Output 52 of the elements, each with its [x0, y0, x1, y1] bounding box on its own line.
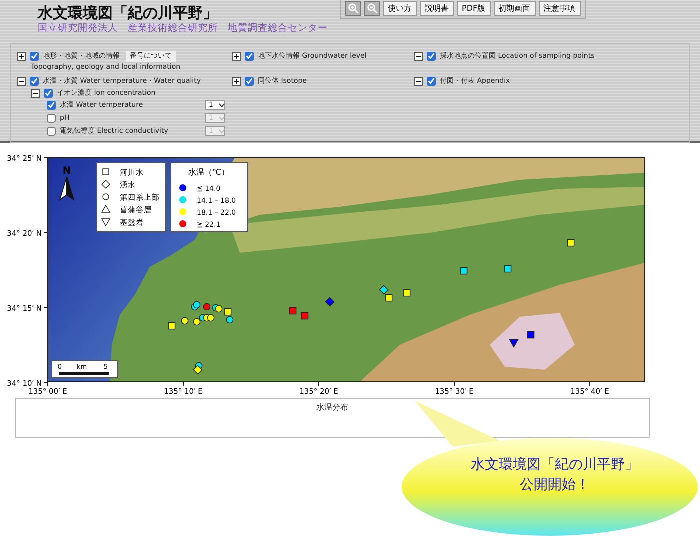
map-marker [168, 322, 176, 330]
layer-checkbox[interactable] [427, 52, 436, 61]
expand-icon[interactable] [232, 52, 241, 61]
layer-checkbox[interactable] [245, 52, 254, 61]
map-marker [567, 239, 575, 247]
layer-checkbox[interactable] [47, 114, 56, 122]
caret-icon [219, 128, 225, 134]
map-marker [460, 267, 468, 275]
page-title: 水文環境図「紀の川平野」 [38, 4, 219, 22]
layer-checkbox[interactable] [47, 126, 56, 136]
legend-title: 水温（℃） [188, 168, 230, 177]
zoom-out-button[interactable] [364, 1, 380, 16]
map-marker [193, 365, 203, 375]
bubble-text: 公開開始！ [519, 476, 591, 495]
collapse-icon[interactable] [17, 76, 26, 86]
layer-checkbox[interactable] [30, 76, 39, 86]
layer-checkbox[interactable] [47, 100, 56, 110]
map-marker [527, 331, 535, 339]
collapse-icon[interactable] [414, 52, 423, 61]
layer-checkbox[interactable] [30, 52, 39, 61]
organization-name: 国立研究開発法人 産業技術総合研究所 地質調査総合センター [38, 22, 328, 36]
north-label: N [62, 166, 72, 177]
caret-icon [219, 102, 225, 108]
toolbar-button[interactable]: 注意事項 [538, 1, 581, 16]
layer-checkbox[interactable] [245, 76, 254, 86]
north-arrow-icon [59, 176, 75, 201]
layer-checkbox[interactable] [427, 76, 436, 86]
legend-panel [96, 162, 166, 232]
zoom-out-icon [367, 4, 378, 14]
collapse-icon[interactable] [31, 88, 40, 98]
map-marker [504, 265, 512, 273]
zoom-in-icon [348, 4, 358, 14]
toolbar-button[interactable]: 説明書 [420, 1, 454, 16]
map-marker [325, 297, 335, 307]
map-marker [509, 339, 519, 348]
caret-icon [219, 116, 225, 120]
zoom-in-button[interactable] [345, 1, 361, 16]
expand-icon[interactable] [17, 52, 26, 61]
bubble-text: 水文環境図「紀の川平野」 [470, 456, 640, 475]
collapse-icon[interactable] [414, 76, 423, 86]
map-marker [289, 307, 297, 315]
map-marker [403, 289, 411, 297]
map-caption: 水温分布 [316, 403, 348, 412]
expand-icon[interactable] [232, 76, 241, 86]
toolbar-button[interactable]: 初期画面 [494, 1, 536, 16]
map-marker [379, 285, 389, 295]
toolbar-button[interactable]: PDF版 [457, 1, 491, 16]
map-marker [181, 317, 189, 325]
map-marker [301, 312, 309, 320]
layer-checkbox[interactable] [44, 88, 53, 98]
toolbar-button[interactable]: 使い方 [383, 1, 417, 16]
scale-bar [59, 372, 109, 375]
